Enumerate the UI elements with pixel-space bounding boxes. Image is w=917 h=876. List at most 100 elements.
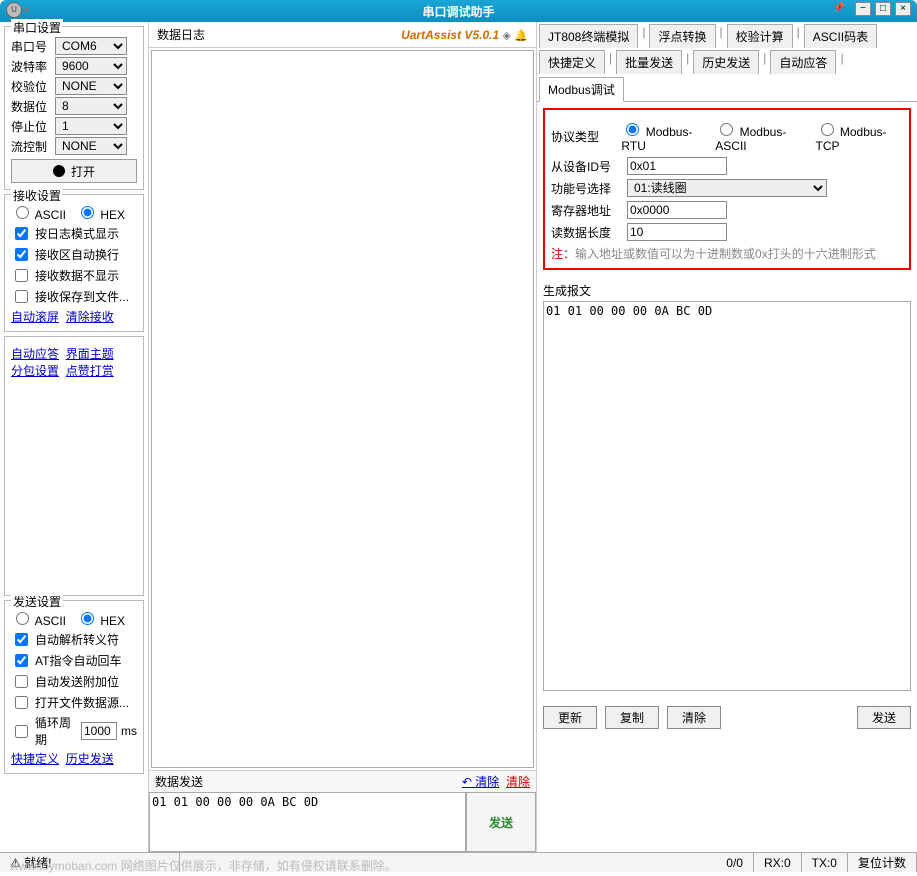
clear-recv-link[interactable]: 清除接收	[66, 310, 114, 324]
minimize-button[interactable]: −	[855, 2, 871, 16]
window-title: 串口调试助手	[422, 3, 494, 20]
maximize-button[interactable]: □	[875, 2, 891, 16]
send-opt3-check[interactable]	[15, 675, 28, 688]
status-tx: TX:0	[802, 853, 848, 872]
func-label: 功能号选择	[551, 180, 621, 197]
open-port-button[interactable]: 打开	[11, 159, 137, 183]
cycle-input[interactable]	[81, 722, 117, 740]
cycle-check[interactable]	[15, 725, 28, 738]
data-send-label: 数据发送	[155, 773, 203, 790]
dropdown-icon: ▾	[24, 4, 30, 17]
theme-link[interactable]: 界面主题	[66, 347, 114, 361]
tab-batch[interactable]: 批量发送	[616, 50, 682, 74]
status-frac: 0/0	[716, 853, 754, 872]
tab-quickdef[interactable]: 快捷定义	[539, 50, 605, 74]
open-label: 打开	[71, 163, 95, 180]
baud-label: 波特率	[11, 58, 51, 75]
history-link[interactable]: 历史发送	[66, 752, 114, 766]
tab-checksum[interactable]: 校验计算	[727, 24, 793, 48]
tab-history[interactable]: 历史发送	[693, 50, 759, 74]
tab-modbus[interactable]: Modbus调试	[539, 77, 624, 102]
databits-select[interactable]: 8	[55, 97, 127, 115]
titlebar: U ▾ 串口调试助手 📌 − □ ×	[0, 0, 917, 22]
copy-button[interactable]: 复制	[605, 706, 659, 729]
protocol-panel: 协议类型 Modbus-RTU Modbus-ASCII Modbus-TCP …	[543, 108, 911, 270]
databits-label: 数据位	[11, 98, 51, 115]
stopbits-select[interactable]: 1	[55, 117, 127, 135]
recv-settings-group: 接收设置 ASCII HEX 按日志模式显示 接收区自动换行 接收数据不显示 接…	[4, 194, 144, 332]
serial-legend: 串口设置	[11, 19, 63, 36]
baud-select[interactable]: 9600	[55, 57, 127, 75]
proto-type-label: 协议类型	[551, 128, 615, 145]
addr-label: 寄存器地址	[551, 202, 621, 219]
recv-legend: 接收设置	[11, 187, 63, 204]
func-select[interactable]: 01:读线圈	[627, 179, 827, 197]
diamond-icon[interactable]: ◈	[502, 30, 510, 42]
status-rx: RX:0	[754, 853, 802, 872]
packet-link[interactable]: 分包设置	[11, 364, 59, 378]
send-opt1-check[interactable]	[15, 633, 28, 646]
app-menu[interactable]: U ▾	[6, 2, 30, 18]
auto-reply-link[interactable]: 自动应答	[11, 347, 59, 361]
tab-autoreply[interactable]: 自动应答	[770, 50, 836, 74]
parity-select[interactable]: NONE	[55, 77, 127, 95]
status-ready: 就绪!	[24, 854, 51, 871]
tab-jt808[interactable]: JT808终端模拟	[539, 24, 638, 48]
statusbar: ⚠ 就绪! 0/0 RX:0 TX:0 复位计数	[0, 852, 917, 872]
tool-tabs: JT808终端模拟| 浮点转换| 校验计算| ASCII码表 快捷定义| 批量发…	[537, 22, 917, 102]
send-gen-button[interactable]: 发送	[857, 706, 911, 729]
status-reset[interactable]: 复位计数	[848, 853, 917, 872]
status-icon: ⚠	[10, 856, 21, 870]
serial-settings-group: 串口设置 串口号COM6 波特率9600 校验位NONE 数据位8 停止位1 流…	[4, 26, 144, 190]
proto-rtu-radio[interactable]: Modbus-RTU	[621, 120, 709, 153]
log-area[interactable]	[151, 50, 534, 768]
recv-ascii-radio[interactable]: ASCII	[11, 203, 66, 222]
gen-msg-header: 生成报文	[543, 282, 911, 299]
big-send-button[interactable]: 发送	[466, 792, 536, 852]
tab-ascii-table[interactable]: ASCII码表	[804, 24, 877, 48]
brand-label: UartAssist V5.0.1	[401, 28, 499, 42]
flow-label: 流控制	[11, 138, 51, 155]
port-label: 串口号	[11, 38, 51, 55]
clear-undo-link[interactable]: ↶ 清除	[462, 775, 499, 789]
gen-msg-textarea[interactable]: 01 01 00 00 00 0A BC 0D	[543, 301, 911, 691]
stopbits-label: 停止位	[11, 118, 51, 135]
recv-opt3-check[interactable]	[15, 269, 28, 282]
flow-select[interactable]: NONE	[55, 137, 127, 155]
slave-input[interactable]	[627, 157, 727, 175]
port-select[interactable]: COM6	[55, 37, 127, 55]
clear-gen-button[interactable]: 清除	[667, 706, 721, 729]
donate-link[interactable]: 点赞打赏	[66, 364, 114, 378]
bell-icon[interactable]: 🔔	[514, 30, 528, 42]
parity-label: 校验位	[11, 78, 51, 95]
send-opt2-check[interactable]	[15, 654, 28, 667]
log-header-label: 数据日志	[157, 26, 205, 43]
recv-opt1-check[interactable]	[15, 227, 28, 240]
send-ascii-radio[interactable]: ASCII	[11, 609, 66, 628]
send-opt4-check[interactable]	[15, 696, 28, 709]
pin-icon[interactable]: 📌	[831, 3, 847, 17]
port-status-icon	[53, 165, 65, 177]
send-settings-group: 发送设置 ASCII HEX 自动解析转义符 AT指令自动回车 自动发送附加位 …	[4, 600, 144, 774]
recv-hex-radio[interactable]: HEX	[76, 203, 125, 222]
addr-input[interactable]	[627, 201, 727, 219]
clear-link[interactable]: 清除	[506, 775, 530, 789]
len-label: 读数据长度	[551, 224, 621, 241]
close-button[interactable]: ×	[895, 2, 911, 16]
app-logo-icon: U	[6, 2, 22, 18]
len-input[interactable]	[627, 223, 727, 241]
proto-tcp-radio[interactable]: Modbus-TCP	[816, 120, 903, 153]
send-legend: 发送设置	[11, 593, 63, 610]
send-textarea[interactable]: 01 01 00 00 00 0A BC 0D	[149, 792, 466, 852]
tab-float[interactable]: 浮点转换	[649, 24, 715, 48]
quick-def-link[interactable]: 快捷定义	[11, 752, 59, 766]
proto-note: 注：输入地址或数值可以为十进制数或0x打头的十六进制形式	[551, 245, 903, 262]
recv-opt2-check[interactable]	[15, 248, 28, 261]
send-hex-radio[interactable]: HEX	[76, 609, 125, 628]
update-button[interactable]: 更新	[543, 706, 597, 729]
recv-opt4-check[interactable]	[15, 290, 28, 303]
auto-scroll-link[interactable]: 自动滚屏	[11, 310, 59, 324]
extras-group: 自动应答 界面主题 分包设置 点赞打赏	[4, 336, 144, 596]
slave-label: 从设备ID号	[551, 158, 621, 175]
proto-ascii-radio[interactable]: Modbus-ASCII	[715, 120, 809, 153]
